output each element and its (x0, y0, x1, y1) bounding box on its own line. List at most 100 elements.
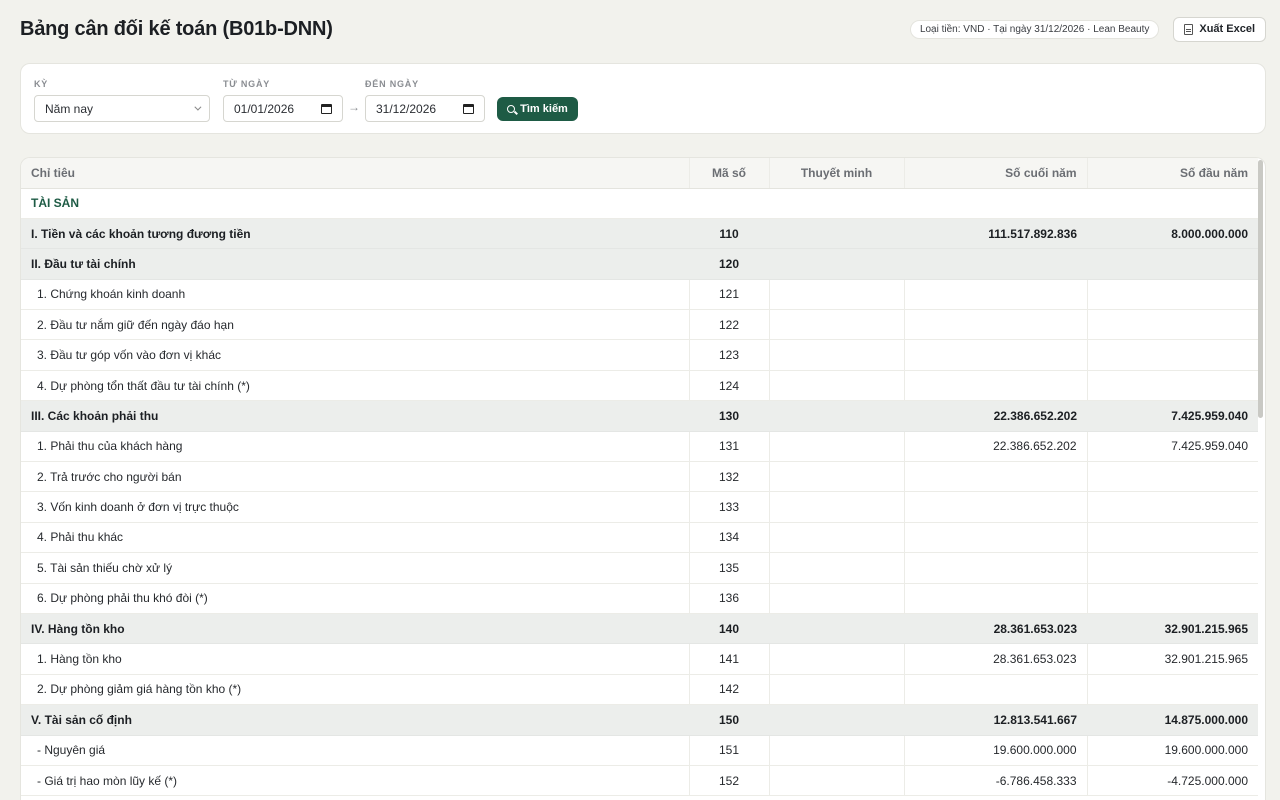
row-end-of-year (904, 309, 1088, 341)
row-label: - Giá trị hao mòn lũy kế (*) (21, 765, 690, 797)
row-code: 121 (689, 279, 770, 311)
row-label: 2. Dự phòng giảm giá hàng tồn kho (*) (21, 674, 690, 706)
row-note (769, 339, 905, 371)
row-end-of-year (904, 674, 1088, 706)
row-note (769, 279, 905, 311)
group-row: I. Tiền và các khoản tương đương tiền 110… (21, 218, 1258, 250)
table-row: 1. Phải thu của khách hàng 131 22.386.652.… (21, 431, 1258, 463)
table-header-row: Chỉ tiêu Mã số Thuyết minh Số cuối năm S… (21, 158, 1258, 189)
row-label: 4. Dự phòng tổn thất đầu tư tài chính (*… (21, 370, 690, 402)
col-header-start-of-year: Số đầu năm (1087, 158, 1258, 189)
row-end-of-year (904, 339, 1088, 371)
row-start-of-year (1087, 248, 1258, 280)
row-note (769, 765, 905, 797)
row-end-of-year (904, 461, 1088, 493)
period-select[interactable]: Năm nay (34, 95, 210, 122)
row-start-of-year (1087, 370, 1258, 402)
row-start-of-year: 32.901.215.965 (1087, 613, 1258, 645)
table-scrollbar[interactable] (1258, 160, 1263, 418)
row-start-of-year: -4.725.000.000 (1087, 765, 1258, 797)
calendar-icon[interactable] (463, 103, 474, 114)
row-label: V. Tài sản cố định (21, 704, 689, 736)
row-end-of-year: -6.786.458.333 (904, 765, 1088, 797)
row-start-of-year (1087, 309, 1258, 341)
col-header-note: Thuyết minh (769, 158, 905, 189)
row-label: I. Tiền và các khoản tương đương tiền (21, 218, 689, 250)
row-code: 130 (689, 400, 769, 432)
row-code: 136 (689, 583, 770, 614)
row-start-of-year (1087, 339, 1258, 371)
search-icon (507, 105, 516, 113)
row-end-of-year: 22.386.652.202 (904, 431, 1088, 463)
section-row: TÀI SẢN (21, 188, 1258, 219)
row-note (769, 735, 905, 766)
table-body: TÀI SẢN I. Tiền và các khoản tương đương … (21, 188, 1258, 797)
export-excel-button[interactable]: Xuất Excel (1173, 16, 1266, 42)
row-code: 135 (689, 552, 770, 584)
row-start-of-year (1087, 279, 1258, 311)
row-note (769, 309, 905, 341)
export-excel-label: Xuất Excel (1199, 23, 1255, 35)
to-date-input[interactable]: 31/12/2026 (365, 95, 485, 122)
row-code: 123 (689, 339, 770, 371)
row-code: 150 (689, 704, 769, 736)
group-row: II. Đầu tư tài chính 120 (21, 248, 1258, 280)
row-label: 2. Trả trước cho người bán (21, 461, 690, 493)
row-start-of-year: 8.000.000.000 (1087, 218, 1258, 250)
row-code: 110 (689, 218, 769, 250)
from-date-input[interactable]: 01/01/2026 (223, 95, 343, 122)
row-start-of-year (1087, 491, 1258, 523)
col-header-code: Mã số (689, 158, 770, 189)
to-date-label: ĐẾN NGÀY (365, 79, 419, 89)
row-start-of-year (1087, 552, 1258, 584)
row-start-of-year: 32.901.215.965 (1087, 643, 1258, 675)
row-code: 134 (689, 522, 770, 554)
row-label: 6. Dự phòng phải thu khó đòi (*) (21, 583, 690, 614)
row-code: 152 (689, 765, 770, 797)
table-row: - Giá trị hao mòn lũy kế (*) 152 -6.786.45… (21, 765, 1258, 797)
table-row: 2. Trả trước cho người bán 132 (21, 461, 1258, 493)
group-row: IV. Hàng tồn kho 140 28.361.653.023 32.901.… (21, 613, 1258, 645)
row-code: 141 (689, 643, 770, 675)
row-label: 1. Phải thu của khách hàng (21, 431, 690, 463)
row-start-of-year (1087, 461, 1258, 493)
row-label: 2. Đầu tư nắm giữ đến ngày đáo hạn (21, 309, 690, 341)
filter-panel: KỲ Năm nay TỪ NGÀY 01/01/2026 → ĐẾN NGÀY… (20, 63, 1266, 134)
row-note (769, 583, 905, 614)
row-start-of-year: 7.425.959.040 (1087, 400, 1258, 432)
row-end-of-year: 111.517.892.836 (904, 218, 1087, 250)
search-button[interactable]: Tìm kiếm (497, 97, 578, 121)
calendar-icon[interactable] (321, 103, 332, 114)
balance-sheet-table-panel: Chỉ tiêu Mã số Thuyết minh Số cuối năm S… (20, 157, 1266, 800)
row-label: - Nguyên giá (21, 735, 690, 766)
row-start-of-year: 19.600.000.000 (1087, 735, 1258, 766)
row-code: 142 (689, 674, 770, 706)
row-end-of-year (904, 248, 1087, 280)
row-label: IV. Hàng tồn kho (21, 613, 689, 645)
row-note (769, 674, 905, 706)
row-label: III. Các khoản phải thu (21, 400, 689, 432)
table-row: 1. Hàng tồn kho 141 28.361.653.023 32.901.2… (21, 643, 1258, 675)
arrow-right-icon: → (348, 100, 360, 114)
row-start-of-year: 14.875.000.000 (1087, 704, 1258, 736)
table-row: 5. Tài sản thiếu chờ xử lý 135 (21, 552, 1258, 584)
table-row: 3. Đầu tư góp vốn vào đơn vị khác 123 (21, 339, 1258, 371)
period-select-value: Năm nay (45, 101, 94, 116)
row-start-of-year (1087, 674, 1258, 706)
row-end-of-year (904, 583, 1088, 614)
row-end-of-year: 28.361.653.023 (904, 643, 1088, 675)
period-label: KỲ (34, 79, 49, 89)
row-note (769, 491, 905, 523)
row-start-of-year (1087, 522, 1258, 554)
row-note (769, 400, 904, 432)
row-note (769, 461, 905, 493)
to-date-value: 31/12/2026 (376, 101, 437, 116)
from-date-value: 01/01/2026 (234, 101, 295, 116)
row-end-of-year (904, 279, 1088, 311)
table-row: - Nguyên giá 151 19.600.000.000 19.600.000.… (21, 735, 1258, 766)
row-end-of-year: 28.361.653.023 (904, 613, 1087, 645)
file-excel-icon (1184, 23, 1194, 35)
row-note (769, 704, 904, 736)
row-start-of-year: 7.425.959.040 (1087, 431, 1258, 463)
header-actions: Loại tiền: VND · Tại ngày 31/12/2026 · L… (909, 16, 1266, 42)
